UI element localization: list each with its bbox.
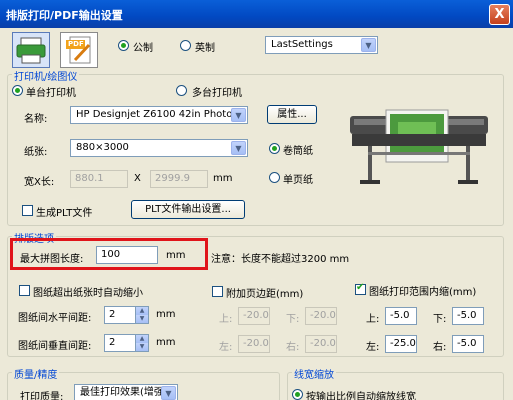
margin-left-label: 左: xyxy=(219,342,233,353)
inset-top-label: 上: xyxy=(366,314,380,325)
single-printer-radio[interactable] xyxy=(12,85,23,96)
close-button[interactable]: X xyxy=(489,4,510,25)
print-quality-label: 打印质量: xyxy=(20,392,64,400)
inset-right-input[interactable]: -5.0 xyxy=(452,335,484,353)
auto-shrink-checkbox[interactable] xyxy=(19,285,30,296)
generate-plt-checkbox[interactable] xyxy=(22,205,33,216)
paper-value: 880×3000 xyxy=(76,142,129,153)
inner-shrink-checkbox[interactable] xyxy=(355,282,366,295)
margin-bottom-input[interactable]: -20.0 xyxy=(305,307,337,325)
size-label: 宽X长: xyxy=(24,177,55,188)
single-printer-label: 单台打印机 xyxy=(26,88,76,99)
v-spacing-input[interactable]: 2 xyxy=(104,334,136,352)
printer-name-value: HP Designjet Z6100 42in Photo HF xyxy=(76,109,233,120)
margin-bottom-label: 下: xyxy=(286,314,300,325)
quality-group-title: 质量/精度 xyxy=(12,366,60,381)
v-spacing-unit: mm xyxy=(156,337,176,348)
title-bar: 排版打印/PDF输出设置 X xyxy=(0,0,513,28)
metric-radio[interactable] xyxy=(118,40,129,51)
print-quality-select[interactable]: 最佳打印效果(增强) ▼ xyxy=(74,384,178,400)
chevron-down-icon: ▼ xyxy=(161,386,176,400)
generate-plt-label: 生成PLT文件 xyxy=(36,208,93,219)
max-length-label: 最大拼图长度: xyxy=(20,254,84,265)
linewidth-group-title: 线宽缩放 xyxy=(292,366,336,381)
margin-left-input[interactable]: -20.0 xyxy=(238,335,270,353)
print-mode-button[interactable] xyxy=(12,32,50,68)
inset-top-input[interactable]: -5.0 xyxy=(385,307,417,325)
inset-left-input[interactable]: -25.0 xyxy=(385,335,417,353)
print-quality-value: 最佳打印效果(增强) xyxy=(80,387,168,398)
pdf-icon xyxy=(66,36,91,64)
inset-left-label: 左: xyxy=(366,342,380,353)
window-title: 排版打印/PDF输出设置 xyxy=(6,9,123,22)
settings-select-value: LastSettings xyxy=(271,39,333,50)
printer-properties-button[interactable]: 属性... xyxy=(267,105,317,124)
inset-right-label: 右: xyxy=(433,342,447,353)
settings-select[interactable]: LastSettings ▼ xyxy=(265,36,378,54)
chevron-down-icon: ▼ xyxy=(231,108,246,122)
h-spacing-spinner[interactable]: ▲ ▼ xyxy=(136,306,149,324)
inset-bottom-label: 下: xyxy=(433,314,447,325)
pdf-icon-label: PDF xyxy=(68,40,84,48)
imperial-label: 英制 xyxy=(195,43,215,54)
margin-top-input[interactable]: -20.0 xyxy=(238,307,270,325)
inset-bottom-input[interactable]: -5.0 xyxy=(452,307,484,325)
max-length-note: 注意：长度不能超过3200 mm xyxy=(211,254,350,265)
paper-width-input[interactable]: 880.1 xyxy=(70,170,128,188)
size-unit-label: mm xyxy=(213,173,233,184)
plt-settings-button[interactable]: PLT文件输出设置... xyxy=(131,200,245,219)
margin-top-label: 上: xyxy=(219,314,233,325)
h-spacing-label: 图纸间水平间距: xyxy=(18,313,92,324)
max-length-input[interactable]: 100 xyxy=(96,246,158,264)
paper-length-input[interactable]: 2999.9 xyxy=(150,170,208,188)
sheet-paper-label: 单页纸 xyxy=(283,175,313,186)
metric-label: 公制 xyxy=(133,43,153,54)
auto-shrink-label: 图纸超出纸张时自动缩小 xyxy=(33,288,143,299)
printer-name-label: 名称: xyxy=(24,114,48,125)
roll-paper-radio[interactable] xyxy=(269,143,280,154)
v-spacing-spinner[interactable]: ▲ ▼ xyxy=(136,334,149,352)
pdf-mode-button[interactable]: PDF xyxy=(60,32,98,68)
auto-scale-radio[interactable] xyxy=(292,389,303,400)
printer-group-title: 打印机/绘图仪 xyxy=(12,68,80,83)
h-spacing-unit: mm xyxy=(156,309,176,320)
roll-paper-label: 卷筒纸 xyxy=(283,146,313,157)
paper-select[interactable]: 880×3000 ▼ xyxy=(70,139,248,157)
inner-shrink-label: 图纸打印范围内缩(mm) xyxy=(369,287,477,298)
paper-label: 纸张: xyxy=(24,147,48,158)
printer-icon xyxy=(16,37,46,64)
max-length-unit: mm xyxy=(166,250,186,261)
size-separator: X xyxy=(134,173,141,184)
margin-right-input[interactable]: -20.0 xyxy=(305,335,337,353)
chevron-down-icon: ▼ xyxy=(361,38,376,52)
v-spacing-label: 图纸间垂直间距: xyxy=(18,341,92,352)
h-spacing-input[interactable]: 2 xyxy=(104,306,136,324)
add-margin-label: 附加页边距(mm) xyxy=(226,289,304,300)
multi-printer-radio[interactable] xyxy=(176,85,187,96)
sheet-paper-radio[interactable] xyxy=(269,172,280,183)
plotter-image xyxy=(350,109,488,184)
printer-name-select[interactable]: HP Designjet Z6100 42in Photo HF ▼ xyxy=(70,106,248,124)
multi-printer-label: 多台打印机 xyxy=(192,88,242,99)
auto-scale-label: 按输出比例自动缩放线宽 xyxy=(306,392,416,400)
add-margin-checkbox[interactable] xyxy=(212,286,223,297)
dialog-window: 排版打印/PDF输出设置 X PDF 公制 英制 LastSettings ▼ … xyxy=(0,0,513,400)
imperial-radio[interactable] xyxy=(180,40,191,51)
margin-right-label: 右: xyxy=(286,342,300,353)
chevron-down-icon: ▼ xyxy=(231,141,246,155)
